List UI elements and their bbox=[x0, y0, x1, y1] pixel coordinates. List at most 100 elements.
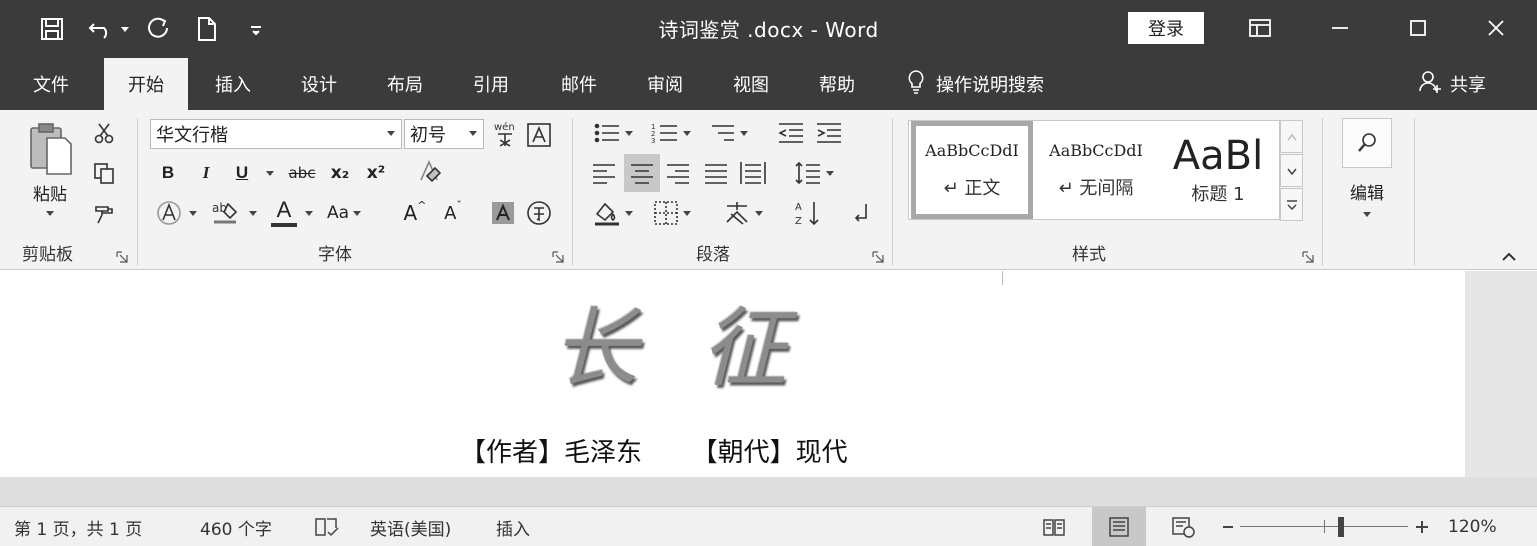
phonetic-guide-icon[interactable]: wén bbox=[490, 118, 520, 150]
close-icon[interactable] bbox=[1476, 10, 1516, 46]
text-effects-dropdown-icon[interactable] bbox=[186, 198, 200, 228]
subscript-button[interactable]: x₂ bbox=[324, 158, 356, 188]
ribbon-display-options-icon[interactable] bbox=[1240, 10, 1280, 46]
tab-insert[interactable]: 插入 bbox=[192, 58, 274, 110]
page-count[interactable]: 第 1 页，共 1 页 bbox=[14, 507, 142, 546]
zoom-level[interactable]: 120% bbox=[1448, 507, 1497, 546]
character-border-icon[interactable] bbox=[524, 120, 554, 150]
sort-icon[interactable]: AZ bbox=[790, 198, 826, 228]
enclose-characters-icon[interactable] bbox=[524, 198, 554, 228]
insert-mode[interactable]: 插入 bbox=[496, 507, 530, 546]
zoom-slider[interactable] bbox=[1240, 507, 1408, 546]
group-separator bbox=[1414, 118, 1415, 266]
tab-review[interactable]: 审阅 bbox=[624, 58, 706, 110]
collapse-ribbon-icon[interactable] bbox=[1496, 248, 1522, 266]
borders-button[interactable] bbox=[646, 198, 698, 228]
clipboard-dialog-launcher-icon[interactable] bbox=[116, 248, 128, 263]
font-name-combo[interactable]: 华文行楷 bbox=[150, 119, 402, 149]
align-center-icon[interactable] bbox=[624, 154, 660, 192]
numbering-button[interactable]: 123 bbox=[646, 118, 696, 148]
login-button[interactable]: 登录 bbox=[1128, 12, 1204, 44]
increase-indent-icon[interactable] bbox=[812, 118, 846, 148]
cut-icon[interactable] bbox=[88, 118, 120, 148]
vertical-scrollbar[interactable] bbox=[1465, 271, 1537, 477]
tab-mailings[interactable]: 邮件 bbox=[538, 58, 620, 110]
copy-icon[interactable] bbox=[88, 158, 120, 188]
tell-me-search[interactable]: 操作说明搜索 bbox=[906, 58, 1044, 110]
status-bar: 第 1 页，共 1 页 460 个字 英语(美国) 插入 120% bbox=[0, 506, 1537, 546]
tab-references[interactable]: 引用 bbox=[450, 58, 532, 110]
maximize-icon[interactable] bbox=[1398, 10, 1438, 46]
show-paragraph-marks-icon[interactable] bbox=[846, 198, 876, 228]
gallery-scroll-down-icon[interactable] bbox=[1280, 154, 1303, 187]
align-right-icon[interactable] bbox=[662, 158, 694, 188]
zoom-in-icon[interactable] bbox=[1412, 507, 1432, 546]
style-no-spacing[interactable]: AaBbCcDdI ↵ 无间隔 bbox=[1035, 121, 1157, 219]
paste-label: 粘贴 bbox=[33, 185, 67, 205]
justify-icon[interactable] bbox=[700, 158, 732, 188]
font-color-dropdown-icon[interactable] bbox=[302, 198, 316, 228]
paste-dropdown-icon[interactable] bbox=[46, 211, 54, 216]
style-normal[interactable]: AaBbCcDdI ↵ 正文 bbox=[911, 121, 1033, 219]
tab-layout[interactable]: 布局 bbox=[364, 58, 446, 110]
paste-button[interactable]: 粘贴 bbox=[22, 118, 78, 218]
decrease-indent-icon[interactable] bbox=[774, 118, 808, 148]
bold-button[interactable]: B bbox=[154, 158, 182, 188]
group-separator bbox=[572, 118, 573, 266]
styles-dialog-launcher-icon[interactable] bbox=[1302, 248, 1314, 263]
font-group-label: 字体 bbox=[318, 245, 352, 265]
tab-home[interactable]: 开始 bbox=[104, 58, 188, 110]
zoom-out-icon[interactable] bbox=[1220, 507, 1236, 546]
highlight-dropdown-icon[interactable] bbox=[246, 198, 260, 228]
proofing-icon[interactable] bbox=[314, 507, 340, 546]
highlight-color-icon[interactable]: ab bbox=[208, 198, 242, 228]
font-size-combo[interactable]: 初号 bbox=[404, 119, 484, 149]
clipboard-group-label: 剪贴板 bbox=[22, 245, 73, 265]
tab-help[interactable]: 帮助 bbox=[796, 58, 878, 110]
text-effects-icon[interactable] bbox=[154, 198, 184, 228]
share-button[interactable]: 共享 bbox=[1418, 58, 1486, 110]
multilevel-list-button[interactable] bbox=[702, 118, 754, 148]
gallery-more-icon[interactable] bbox=[1280, 188, 1303, 221]
web-layout-icon[interactable] bbox=[1168, 507, 1198, 546]
character-shading-icon[interactable] bbox=[488, 198, 518, 228]
find-icon[interactable] bbox=[1342, 118, 1392, 168]
language[interactable]: 英语(美国) bbox=[370, 507, 451, 546]
style-heading-1[interactable]: AaBl 标题 1 bbox=[1157, 121, 1279, 219]
read-mode-icon[interactable] bbox=[1040, 507, 1068, 546]
strikethrough-button[interactable]: abc bbox=[284, 158, 320, 188]
italic-button[interactable]: I bbox=[192, 158, 220, 188]
change-case-button[interactable]: Aa bbox=[322, 198, 366, 228]
underline-dropdown-icon[interactable] bbox=[260, 158, 280, 188]
print-layout-icon[interactable] bbox=[1092, 507, 1146, 546]
bullets-button[interactable] bbox=[588, 118, 638, 148]
underline-button[interactable]: U bbox=[228, 158, 256, 188]
distributed-icon[interactable] bbox=[736, 158, 770, 188]
align-left-icon[interactable] bbox=[588, 158, 620, 188]
format-painter-icon[interactable] bbox=[88, 198, 120, 228]
gallery-scroll-up-icon[interactable] bbox=[1280, 120, 1303, 153]
minimize-icon[interactable] bbox=[1320, 10, 1360, 46]
line-spacing-button[interactable] bbox=[790, 158, 838, 188]
superscript-button[interactable]: x² bbox=[360, 158, 392, 188]
tab-design[interactable]: 设计 bbox=[278, 58, 360, 110]
zoom-slider-thumb[interactable] bbox=[1337, 517, 1344, 537]
style-normal-sample: AaBbCcDdI bbox=[925, 140, 1019, 160]
style-no-spacing-sample: AaBbCcDdI bbox=[1049, 140, 1143, 160]
chevron-down-icon bbox=[469, 131, 477, 136]
editing-button[interactable]: 编辑 bbox=[1336, 174, 1398, 222]
shrink-font-letter: A bbox=[444, 202, 457, 224]
font-dialog-launcher-icon[interactable] bbox=[552, 248, 564, 263]
svg-text:wén: wén bbox=[494, 121, 515, 133]
tab-view[interactable]: 视图 bbox=[710, 58, 792, 110]
clear-formatting-icon[interactable] bbox=[412, 156, 446, 188]
shrink-font-button[interactable]: Aˇ bbox=[438, 198, 468, 228]
font-name-value: 华文行楷 bbox=[156, 125, 228, 146]
tab-file[interactable]: 文件 bbox=[10, 58, 92, 110]
font-color-button[interactable]: A bbox=[268, 196, 300, 230]
word-count[interactable]: 460 个字 bbox=[200, 507, 272, 546]
shading-button[interactable] bbox=[588, 198, 638, 228]
grow-font-button[interactable]: A ^ bbox=[400, 198, 430, 228]
chinese-layout-button[interactable] bbox=[718, 198, 768, 228]
paragraph-dialog-launcher-icon[interactable] bbox=[872, 248, 884, 263]
